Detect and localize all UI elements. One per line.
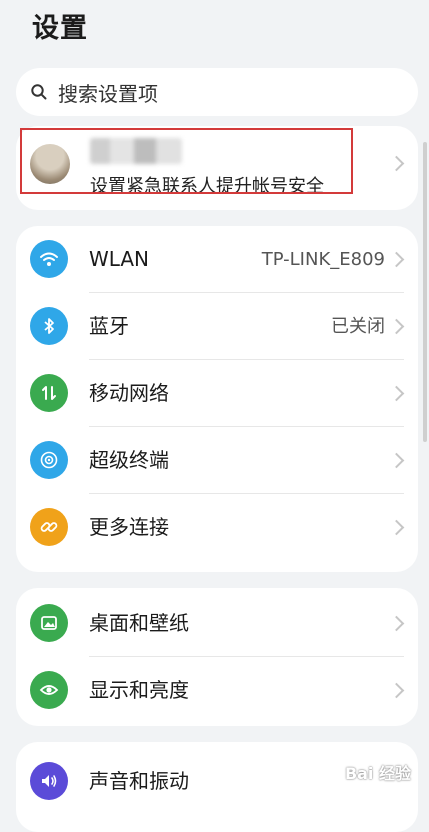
search-bar[interactable]: 搜索设置项 <box>16 68 418 116</box>
wifi-icon <box>30 240 68 278</box>
chevron-right-icon <box>388 318 405 335</box>
setting-item-wlan[interactable]: WLAN TP-LINK_E809 <box>16 226 418 293</box>
search-icon <box>30 83 48 101</box>
chevron-right-icon <box>388 452 405 469</box>
super-device-icon <box>30 441 68 479</box>
display-settings-card: 桌面和壁纸 显示和亮度 <box>16 588 418 726</box>
page-title: 设置 <box>32 13 88 44</box>
wallpaper-icon <box>30 604 68 642</box>
setting-label: 超级终端 <box>89 448 169 472</box>
chevron-right-icon <box>388 519 405 536</box>
setting-value: 已关闭 <box>331 316 385 337</box>
search-placeholder: 搜索设置项 <box>58 81 158 106</box>
scrollbar[interactable] <box>423 142 427 442</box>
chevron-right-icon <box>388 385 405 402</box>
setting-item-bluetooth[interactable]: 蓝牙 已关闭 <box>16 293 418 360</box>
setting-item-mobile-network[interactable]: 移动网络 <box>16 360 418 427</box>
sound-settings-card: 声音和振动 <box>16 742 418 832</box>
network-settings-card: WLAN TP-LINK_E809 蓝牙 已关闭 移动网络 超级终端 更多连接 <box>16 226 418 572</box>
sound-icon <box>30 762 68 800</box>
chevron-right-icon <box>388 155 405 172</box>
setting-label: 移动网络 <box>89 381 169 405</box>
setting-item-more-connections[interactable]: 更多连接 <box>16 494 418 561</box>
link-icon <box>30 508 68 546</box>
bluetooth-icon <box>30 307 68 345</box>
setting-item-display-brightness[interactable]: 显示和亮度 <box>16 657 418 724</box>
watermark-text: Bai 经验 <box>344 764 411 783</box>
setting-item-super-device[interactable]: 超级终端 <box>16 427 418 494</box>
chevron-right-icon <box>388 615 405 632</box>
setting-label: 蓝牙 <box>89 314 129 338</box>
setting-label: 桌面和壁纸 <box>89 611 189 635</box>
setting-label: 显示和亮度 <box>89 678 189 702</box>
setting-label: 更多连接 <box>89 515 169 539</box>
account-name-blurred <box>90 138 182 164</box>
watermark: Bai 经验 <box>345 760 411 784</box>
account-subtitle: 设置紧急联系人提升帐号安全 <box>90 176 324 197</box>
chevron-right-icon <box>388 682 405 699</box>
eye-icon <box>30 671 68 709</box>
setting-value: TP-LINK_E809 <box>261 249 385 270</box>
setting-item-wallpaper[interactable]: 桌面和壁纸 <box>16 590 418 657</box>
mobile-network-icon <box>30 374 68 412</box>
chevron-right-icon <box>388 251 405 268</box>
account-card[interactable]: 设置紧急联系人提升帐号安全 <box>16 126 418 210</box>
avatar <box>30 144 70 184</box>
setting-label: WLAN <box>89 247 150 271</box>
